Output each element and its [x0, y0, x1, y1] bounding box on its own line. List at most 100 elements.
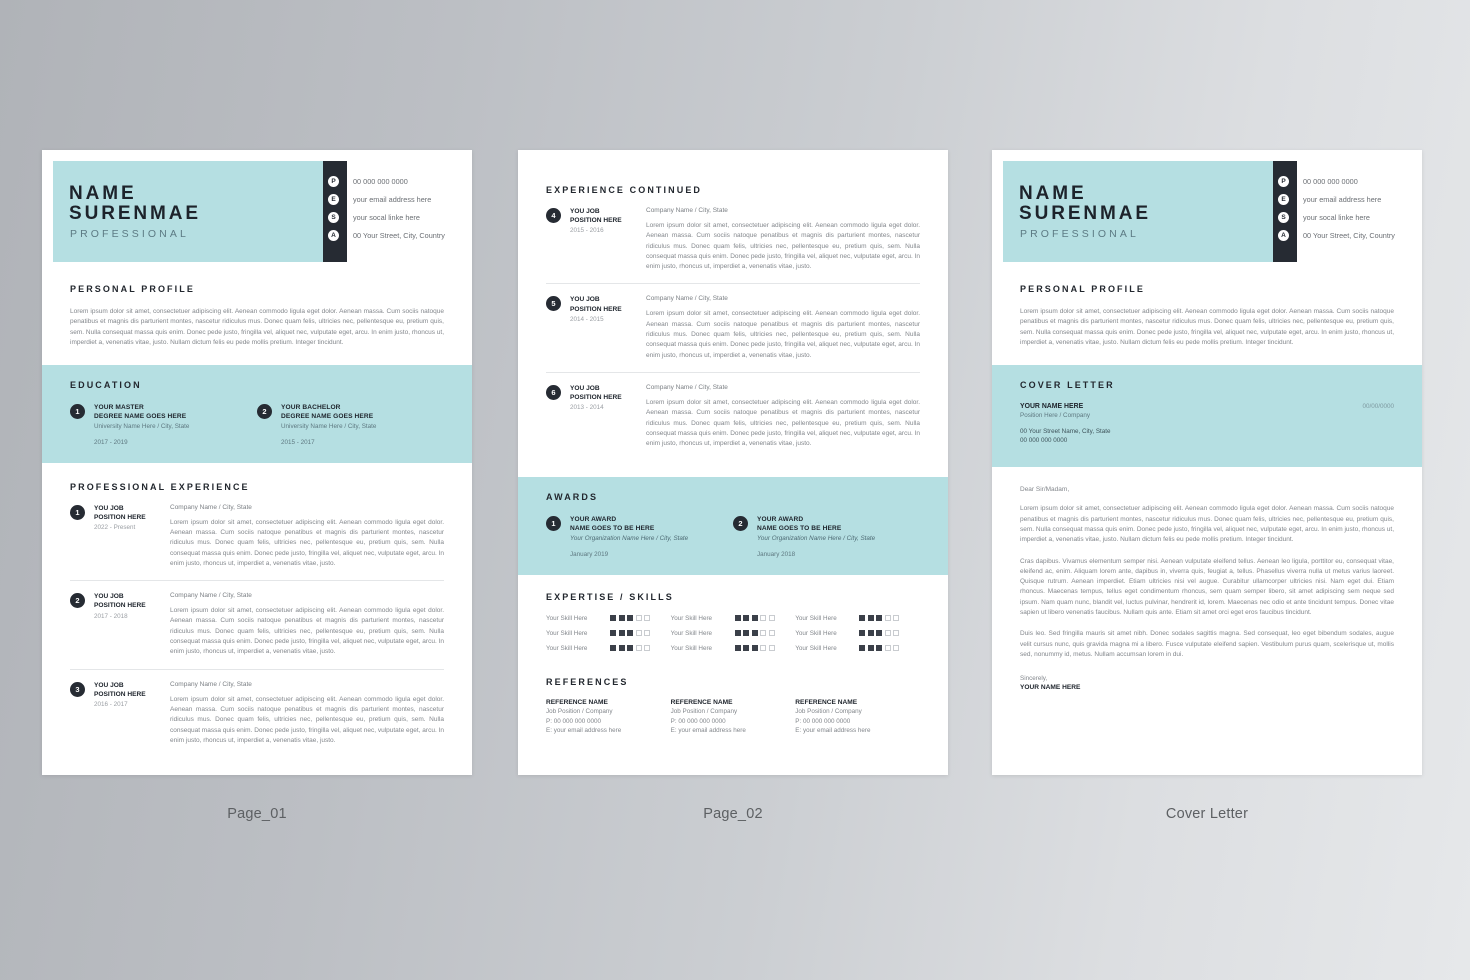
rating-box-empty[interactable]: [893, 615, 900, 622]
rating-box-filled[interactable]: [618, 645, 625, 652]
rating-box-filled[interactable]: [743, 630, 750, 637]
rating-box-filled[interactable]: [734, 615, 741, 622]
resume-page-2[interactable]: EXPERIENCE CONTINUED 4 YOU JOB POSITION …: [518, 150, 948, 775]
rating-box-empty[interactable]: [635, 645, 642, 652]
skill-rating[interactable]: [610, 615, 650, 622]
contact-row-email[interactable]: E your email address here: [325, 192, 445, 207]
skill-item[interactable]: Your Skill Here: [546, 615, 671, 622]
rating-box-filled[interactable]: [751, 645, 758, 652]
experience-item[interactable]: 3 YOU JOB POSITION HERE 2016 - 2017 Comp…: [70, 668, 444, 757]
rating-box-filled[interactable]: [743, 645, 750, 652]
rating-box-filled[interactable]: [743, 615, 750, 622]
rating-box-empty[interactable]: [768, 615, 775, 622]
rating-box-filled[interactable]: [627, 645, 633, 652]
awards-title: AWARDS: [546, 492, 599, 503]
skill-item[interactable]: Your Skill Here: [671, 645, 796, 652]
education-item[interactable]: 1 YOUR MASTER DEGREE NAME GOES HERE Univ…: [70, 403, 257, 446]
skill-item[interactable]: Your Skill Here: [795, 615, 920, 622]
rating-box-filled[interactable]: [610, 615, 616, 622]
rating-box-filled[interactable]: [618, 615, 625, 622]
reference-email: E: your email address here: [670, 727, 746, 735]
cover-letter-page[interactable]: NAME SURENMAE PROFESSIONAL P 00 000 000 …: [992, 150, 1422, 775]
skill-rating[interactable]: [734, 630, 775, 637]
skill-rating[interactable]: [610, 645, 650, 652]
job-line-1: YOU JOB: [94, 593, 124, 601]
rating-box-empty[interactable]: [760, 615, 767, 622]
rating-box-empty[interactable]: [760, 645, 767, 652]
award-item[interactable]: 1 YOUR AWARD NAME GOES TO BE HERE Your O…: [546, 515, 733, 558]
reference-item[interactable]: REFERENCE NAME Job Position / Company P:…: [546, 699, 671, 735]
cover-letter-title: COVER LETTER: [1020, 380, 1115, 391]
rating-box-empty[interactable]: [768, 645, 775, 652]
skill-item[interactable]: Your Skill Here: [546, 645, 671, 652]
job-line-1: YOU JOB: [570, 296, 600, 304]
rating-box-empty[interactable]: [644, 645, 650, 652]
contact-row-email[interactable]: E your email address here: [1275, 192, 1395, 207]
rating-box-empty[interactable]: [884, 615, 891, 622]
education-section: EDUCATION 1 YOUR MASTER DEGREE NAME GOES…: [42, 365, 472, 463]
skill-rating[interactable]: [859, 615, 900, 622]
rating-box-filled[interactable]: [618, 630, 625, 637]
reference-item[interactable]: REFERENCE NAME Job Position / Company P:…: [795, 699, 920, 735]
rating-box-filled[interactable]: [867, 630, 874, 637]
education-item[interactable]: 2 YOUR BACHELOR DEGREE NAME GOES HERE Un…: [257, 403, 444, 446]
skill-item[interactable]: Your Skill Here: [795, 645, 920, 652]
rating-box-filled[interactable]: [627, 630, 633, 637]
rating-box-filled[interactable]: [610, 645, 616, 652]
rating-box-empty[interactable]: [893, 645, 900, 652]
rating-box-filled[interactable]: [876, 615, 883, 622]
rating-box-filled[interactable]: [867, 615, 874, 622]
skill-rating[interactable]: [859, 630, 900, 637]
resume-page-1[interactable]: NAME SURENMAE PROFESSIONAL P 00 000 000 …: [42, 150, 472, 775]
experience-item[interactable]: 1 YOU JOB POSITION HERE 2022 - Present C…: [70, 504, 444, 580]
skill-item[interactable]: Your Skill Here: [671, 630, 796, 637]
rating-box-empty[interactable]: [644, 630, 650, 637]
cover-letter-signature: YOUR NAME HERE: [1020, 684, 1081, 692]
rating-box-empty[interactable]: [893, 630, 900, 637]
rating-box-filled[interactable]: [859, 630, 866, 637]
contact-row-phone[interactable]: P 00 000 000 0000: [325, 174, 445, 189]
rating-box-filled[interactable]: [859, 615, 866, 622]
job-description: Lorem ipsum dolor sit amet, consectetuer…: [646, 398, 920, 448]
rating-box-empty[interactable]: [635, 615, 642, 622]
rating-box-filled[interactable]: [734, 630, 741, 637]
skill-name: Your Skill Here: [670, 644, 713, 652]
rating-box-filled[interactable]: [627, 615, 633, 622]
skill-rating[interactable]: [734, 615, 775, 622]
rating-box-filled[interactable]: [876, 630, 883, 637]
rating-box-empty[interactable]: [760, 630, 767, 637]
rating-box-filled[interactable]: [876, 645, 883, 652]
rating-box-filled[interactable]: [859, 645, 866, 652]
contact-row-address[interactable]: A 00 Your Street, City, Country: [1275, 228, 1395, 243]
rating-box-empty[interactable]: [884, 630, 891, 637]
experience-item[interactable]: 4 YOU JOB POSITION HERE 2015 - 2016 Comp…: [546, 207, 920, 283]
skill-item[interactable]: Your Skill Here: [795, 630, 920, 637]
rating-box-empty[interactable]: [635, 630, 642, 637]
number-badge: 1: [70, 504, 85, 520]
rating-box-filled[interactable]: [867, 645, 874, 652]
award-line-2: NAME GOES TO BE HERE: [570, 525, 655, 533]
contact-row-phone[interactable]: P 00 000 000 0000: [1275, 174, 1395, 189]
skill-rating[interactable]: [610, 630, 650, 637]
contact-row-social[interactable]: S your socal linke here: [1275, 210, 1395, 225]
rating-box-empty[interactable]: [768, 630, 775, 637]
rating-box-empty[interactable]: [884, 645, 891, 652]
skill-name: Your Skill Here: [795, 629, 837, 637]
rating-box-filled[interactable]: [734, 645, 741, 652]
skill-item[interactable]: Your Skill Here: [546, 630, 671, 637]
award-item[interactable]: 2 YOUR AWARD NAME GOES TO BE HERE Your O…: [733, 515, 920, 558]
skill-rating[interactable]: [734, 645, 775, 652]
social-icon: S: [328, 211, 339, 223]
rating-box-empty[interactable]: [644, 615, 650, 622]
rating-box-filled[interactable]: [610, 630, 616, 637]
experience-item[interactable]: 2 YOU JOB POSITION HERE 2017 - 2018 Comp…: [70, 580, 444, 668]
contact-row-address[interactable]: A 00 Your Street, City, Country: [325, 228, 445, 243]
experience-item[interactable]: 6 YOU JOB POSITION HERE 2013 - 2014 Comp…: [546, 371, 920, 460]
reference-item[interactable]: REFERENCE NAME Job Position / Company P:…: [671, 699, 796, 735]
contact-row-social[interactable]: S your socal linke here: [325, 210, 445, 225]
skill-item[interactable]: Your Skill Here: [671, 615, 796, 622]
skill-rating[interactable]: [859, 645, 900, 652]
rating-box-filled[interactable]: [751, 630, 758, 637]
experience-item[interactable]: 5 YOU JOB POSITION HERE 2014 - 2015 Comp…: [546, 283, 920, 371]
rating-box-filled[interactable]: [751, 615, 758, 622]
